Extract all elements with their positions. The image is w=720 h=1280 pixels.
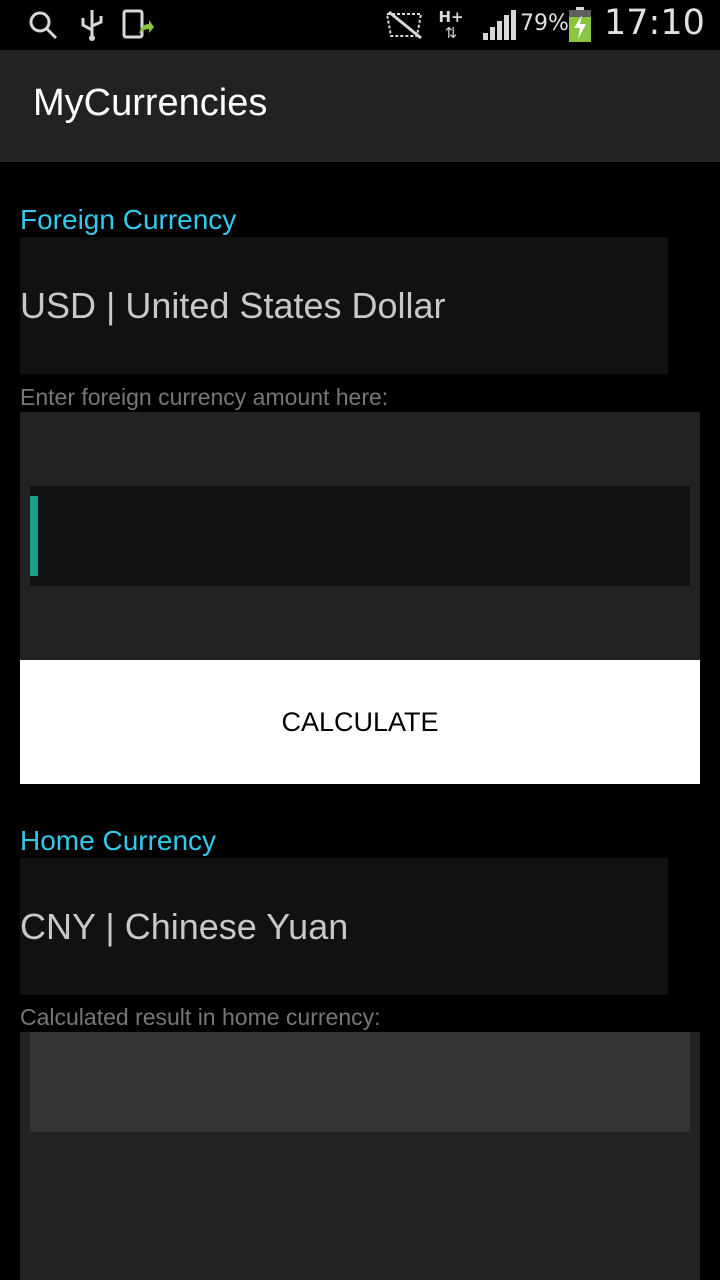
- calculate-button[interactable]: CALCULATE: [20, 660, 700, 784]
- signal-icon: [480, 7, 518, 43]
- screen-share-icon: [120, 7, 156, 43]
- battery-percent: 79%: [520, 11, 569, 36]
- usb-icon: [78, 7, 106, 43]
- foreign-amount-input[interactable]: [30, 486, 690, 586]
- home-currency-spinner[interactable]: CNY | Chinese Yuan: [20, 858, 668, 995]
- home-currency-label: Home Currency: [20, 825, 217, 856]
- result-hint: Calculated result in home currency:: [20, 1004, 381, 1030]
- no-signal-icon: [382, 7, 426, 43]
- result-field: [30, 1032, 690, 1132]
- foreign-currency-label: Foreign Currency: [20, 204, 237, 235]
- text-cursor: [30, 496, 38, 576]
- network-data-icon: H+ ⇅: [438, 8, 464, 42]
- network-type-label: H+: [438, 8, 464, 26]
- foreign-currency-selected: USD | United States Dollar: [20, 285, 446, 326]
- foreign-currency-spinner[interactable]: USD | United States Dollar: [20, 237, 668, 374]
- app-title: MyCurrencies: [33, 82, 268, 124]
- clock: 17:10: [604, 3, 705, 43]
- status-bar: H+ ⇅ 79% 17:10: [0, 0, 720, 50]
- search-icon: [26, 7, 60, 43]
- battery-charging-icon: [566, 7, 594, 43]
- home-currency-selected: CNY | Chinese Yuan: [20, 906, 349, 947]
- foreign-amount-hint: Enter foreign currency amount here:: [20, 384, 389, 410]
